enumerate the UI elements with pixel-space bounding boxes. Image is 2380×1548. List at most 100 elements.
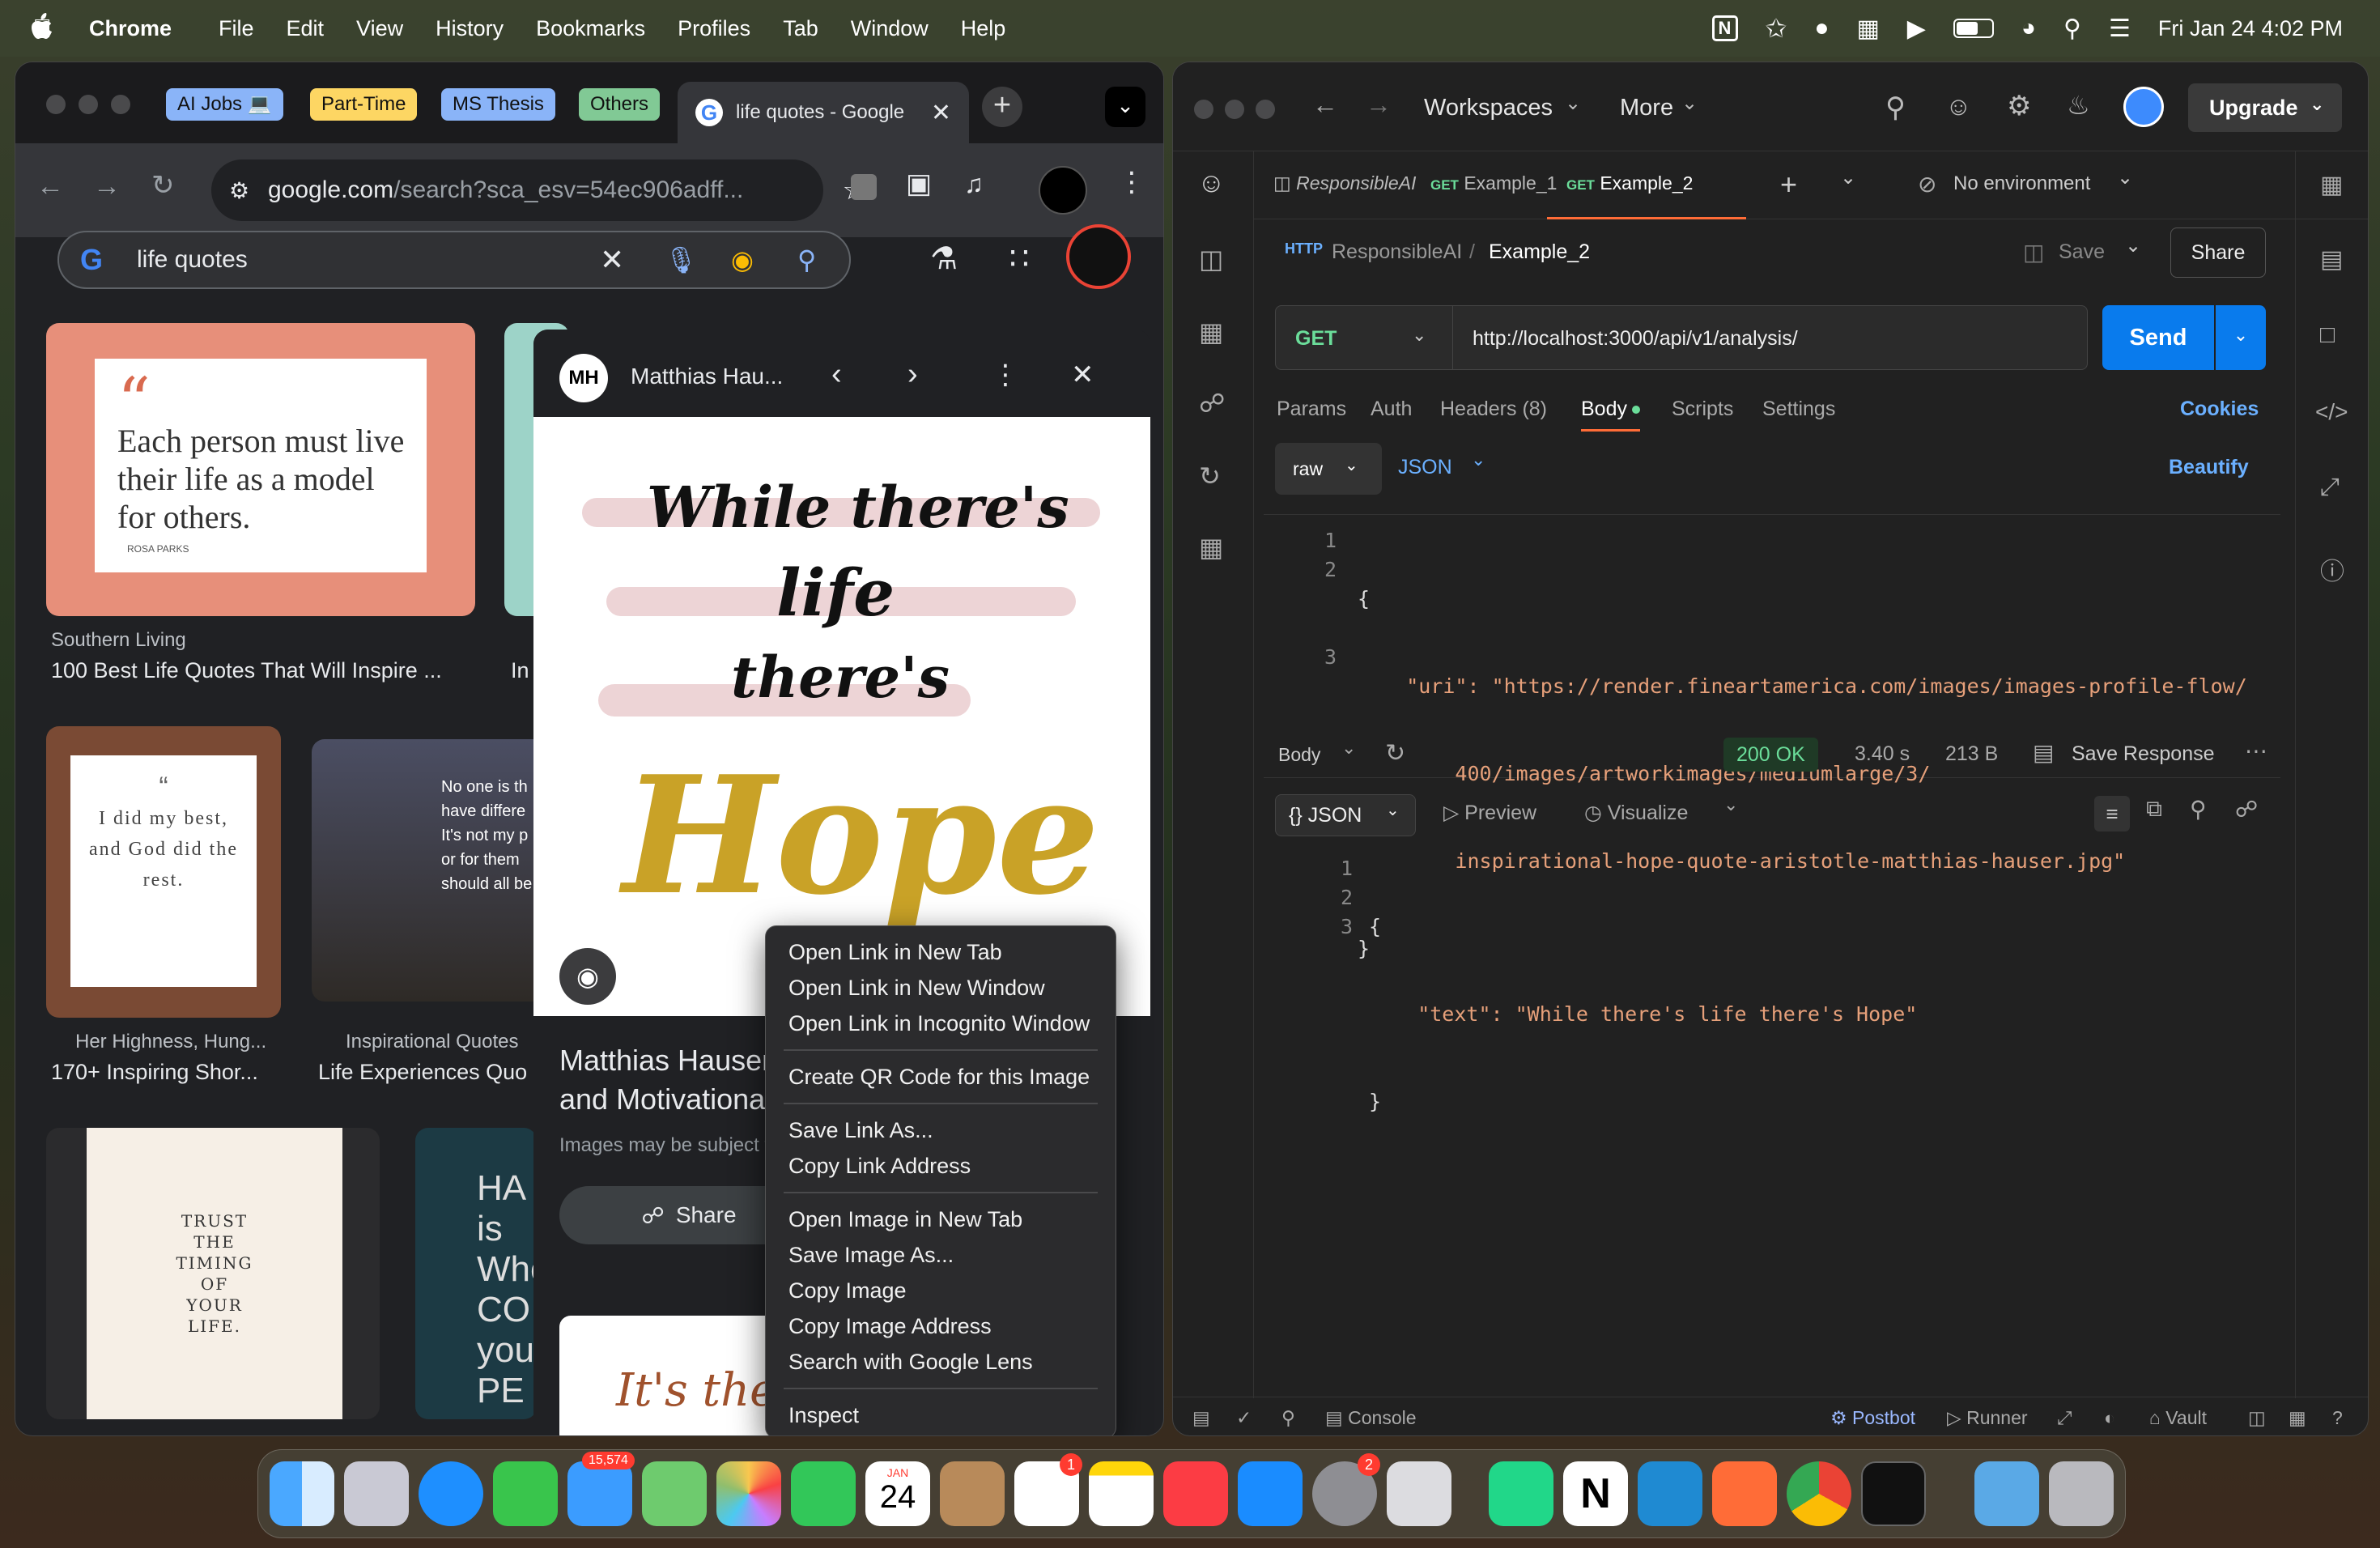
save-response-button[interactable]: Save Response bbox=[2072, 742, 2215, 766]
messages-icon[interactable] bbox=[493, 1461, 558, 1526]
next-image-icon[interactable]: › bbox=[907, 357, 918, 392]
tab-search-button[interactable]: ⌄ bbox=[1105, 87, 1145, 127]
reload-icon[interactable]: ↻ bbox=[151, 169, 175, 202]
clear-search-icon[interactable]: ✕ bbox=[600, 243, 624, 277]
tab-group-others[interactable]: Others bbox=[579, 88, 661, 121]
history-icon[interactable]: ↻ bbox=[1199, 461, 1221, 491]
spotlight-icon[interactable]: ⚲ bbox=[2063, 15, 2081, 43]
menu-open-link-incognito[interactable]: Open Link in Incognito Window bbox=[766, 1006, 1116, 1041]
battery-icon[interactable] bbox=[1953, 19, 1994, 38]
collections-icon[interactable]: ☺ bbox=[1197, 168, 1226, 199]
menu-open-image-new-tab[interactable]: Open Image in New Tab bbox=[766, 1201, 1116, 1237]
media-control-icon[interactable]: ♫ bbox=[964, 169, 984, 199]
upgrade-button[interactable]: Upgrade ⌄ bbox=[2188, 83, 2342, 132]
chevron-down-icon[interactable]: ⌄ bbox=[1471, 449, 1485, 470]
menu-copy-link-address[interactable]: Copy Link Address bbox=[766, 1148, 1116, 1184]
reminders-icon[interactable]: 1 bbox=[1014, 1453, 1082, 1526]
tab-example-1[interactable]: GET Example_1 bbox=[1430, 172, 1557, 194]
calendar-icon[interactable]: JAN 24 bbox=[865, 1461, 930, 1526]
menu-create-qr-code[interactable]: Create QR Code for this Image bbox=[766, 1059, 1116, 1095]
environment-select[interactable]: No environment bbox=[1953, 172, 2090, 195]
menu-bookmarks[interactable]: Bookmarks bbox=[536, 16, 645, 41]
site-info-icon[interactable]: ⚙ bbox=[229, 177, 249, 204]
menu-save-image-as[interactable]: Save Image As... bbox=[766, 1237, 1116, 1273]
settings-icon[interactable]: ⚙ bbox=[2007, 90, 2031, 122]
lens-icon[interactable]: ◉ bbox=[731, 245, 754, 275]
status-badge[interactable]: 200 OK bbox=[1723, 738, 1818, 772]
tab-headers[interactable]: Headers (8) bbox=[1440, 398, 1547, 421]
response-size[interactable]: 213 B bbox=[1945, 742, 1998, 766]
back-icon[interactable]: ← bbox=[36, 171, 64, 202]
profile-icon[interactable] bbox=[1039, 166, 1087, 215]
minimize-window-button[interactable] bbox=[79, 95, 98, 114]
menu-search-google-lens[interactable]: Search with Google Lens bbox=[766, 1344, 1116, 1380]
cookies-link[interactable]: Cookies bbox=[2180, 398, 2259, 421]
console-button[interactable]: ▤ Console bbox=[1325, 1407, 1417, 1429]
app-menu-chrome[interactable]: Chrome bbox=[89, 16, 172, 41]
system-settings-icon[interactable]: 2 bbox=[1312, 1453, 1380, 1526]
documentation-icon[interactable]: ▤ bbox=[2320, 245, 2343, 274]
chevron-down-icon[interactable]: ⌄ bbox=[2117, 166, 2133, 189]
url-input[interactable]: http://localhost:3000/api/v1/analysis/ bbox=[1453, 305, 2088, 370]
apis-icon[interactable]: ▦ bbox=[1199, 532, 1223, 563]
tab-example-2[interactable]: GET Example_2 bbox=[1547, 151, 1746, 219]
safari-icon[interactable] bbox=[419, 1461, 483, 1526]
related-icon[interactable]: ⤢ bbox=[2320, 474, 2340, 501]
result-3-title[interactable]: 170+ Inspiring Shor... bbox=[51, 1060, 286, 1085]
close-tab-icon[interactable]: ✕ bbox=[931, 99, 951, 127]
body-language-select[interactable]: JSON bbox=[1398, 456, 1452, 479]
extensions-puzzle-icon[interactable]: ▣ bbox=[906, 168, 932, 200]
google-search-box[interactable]: G life quotes ✕ 🎙 ◉ ⚲ bbox=[57, 231, 851, 289]
beautify-link[interactable]: Beautify bbox=[2169, 456, 2249, 479]
save-button[interactable]: Save bbox=[2059, 240, 2105, 264]
compass-status-icon[interactable]: ✩ bbox=[1766, 13, 1787, 44]
avatar[interactable] bbox=[2123, 87, 2164, 127]
cookie-icon[interactable]: ◐ bbox=[2104, 1407, 2115, 1429]
prev-image-icon[interactable]: ‹ bbox=[831, 357, 842, 392]
overview-icon[interactable]: ▦ bbox=[2320, 171, 2343, 199]
image-result-4[interactable]: No one is th have differe It's not my p … bbox=[312, 739, 546, 1002]
minimize-window-button[interactable] bbox=[1225, 100, 1244, 119]
menu-view[interactable]: View bbox=[356, 16, 403, 41]
result-2-title-partial[interactable]: In bbox=[511, 658, 535, 683]
clock[interactable]: Fri Jan 24 4:02 PM bbox=[2158, 16, 2343, 41]
capture-icon[interactable]: ⤢ bbox=[2057, 1407, 2072, 1429]
bell-icon[interactable]: ♨ bbox=[2067, 90, 2090, 121]
chevron-down-icon[interactable]: ⌄ bbox=[2310, 80, 2324, 129]
more-options-icon[interactable]: ⋮ bbox=[992, 359, 1019, 391]
address-bar[interactable]: ⚙ google.com /search?sca_esv=54ec906adff… bbox=[211, 159, 867, 221]
apple-logo-icon[interactable] bbox=[29, 13, 53, 42]
more-options-icon[interactable]: ⋯ bbox=[2245, 738, 2267, 764]
mail-icon[interactable]: 15,574 bbox=[567, 1452, 635, 1526]
launchpad-icon[interactable] bbox=[344, 1461, 409, 1526]
menu-edit[interactable]: Edit bbox=[287, 16, 325, 41]
result-4-title[interactable]: Life Experiences Quo bbox=[318, 1060, 537, 1085]
menu-tab[interactable]: Tab bbox=[783, 16, 818, 41]
menu-open-link-new-tab[interactable]: Open Link in New Tab bbox=[766, 934, 1116, 970]
postbot-button[interactable]: ⚙ Postbot bbox=[1830, 1407, 1915, 1429]
new-tab-button[interactable]: + bbox=[982, 87, 1022, 127]
trash-icon[interactable] bbox=[2049, 1461, 2114, 1526]
response-body-viewer[interactable]: 1 2 3 { "text": "While there's life ther… bbox=[1264, 846, 2280, 1380]
breadcrumb-request[interactable]: Example_2 bbox=[1489, 240, 1590, 264]
find-icon[interactable]: ⚲ bbox=[1281, 1407, 1295, 1429]
downloads-folder-icon[interactable] bbox=[1974, 1461, 2039, 1526]
response-time[interactable]: 3.40 s bbox=[1855, 742, 1910, 766]
wrap-lines-icon[interactable]: ≡ bbox=[2094, 796, 2130, 831]
result-1-source[interactable]: Southern Living bbox=[51, 629, 186, 652]
environments-icon[interactable]: ▦ bbox=[1199, 317, 1223, 347]
help-icon[interactable]: ? bbox=[2332, 1407, 2343, 1429]
facetime-icon[interactable] bbox=[791, 1461, 856, 1526]
image-result-5[interactable]: TRUST THE TIMING OF YOUR LIFE. bbox=[46, 1128, 380, 1419]
tabs-dropdown-icon[interactable]: ⌄ bbox=[1840, 166, 1856, 189]
voice-search-icon[interactable]: 🎙 bbox=[665, 245, 698, 275]
response-format-select[interactable]: {} JSON ⌄ bbox=[1275, 794, 1416, 836]
play-status-icon[interactable]: ▶ bbox=[1907, 15, 1926, 43]
search-response-icon[interactable]: ⚲ bbox=[2190, 796, 2207, 823]
menu-inspect[interactable]: Inspect bbox=[766, 1397, 1116, 1433]
chrome-icon[interactable] bbox=[1787, 1461, 1851, 1526]
new-tab-icon[interactable]: + bbox=[1780, 168, 1797, 202]
pycharm-icon[interactable] bbox=[1489, 1461, 1553, 1526]
save-options-icon[interactable]: ⌄ bbox=[2125, 234, 2141, 257]
vscode-icon[interactable] bbox=[1638, 1461, 1702, 1526]
